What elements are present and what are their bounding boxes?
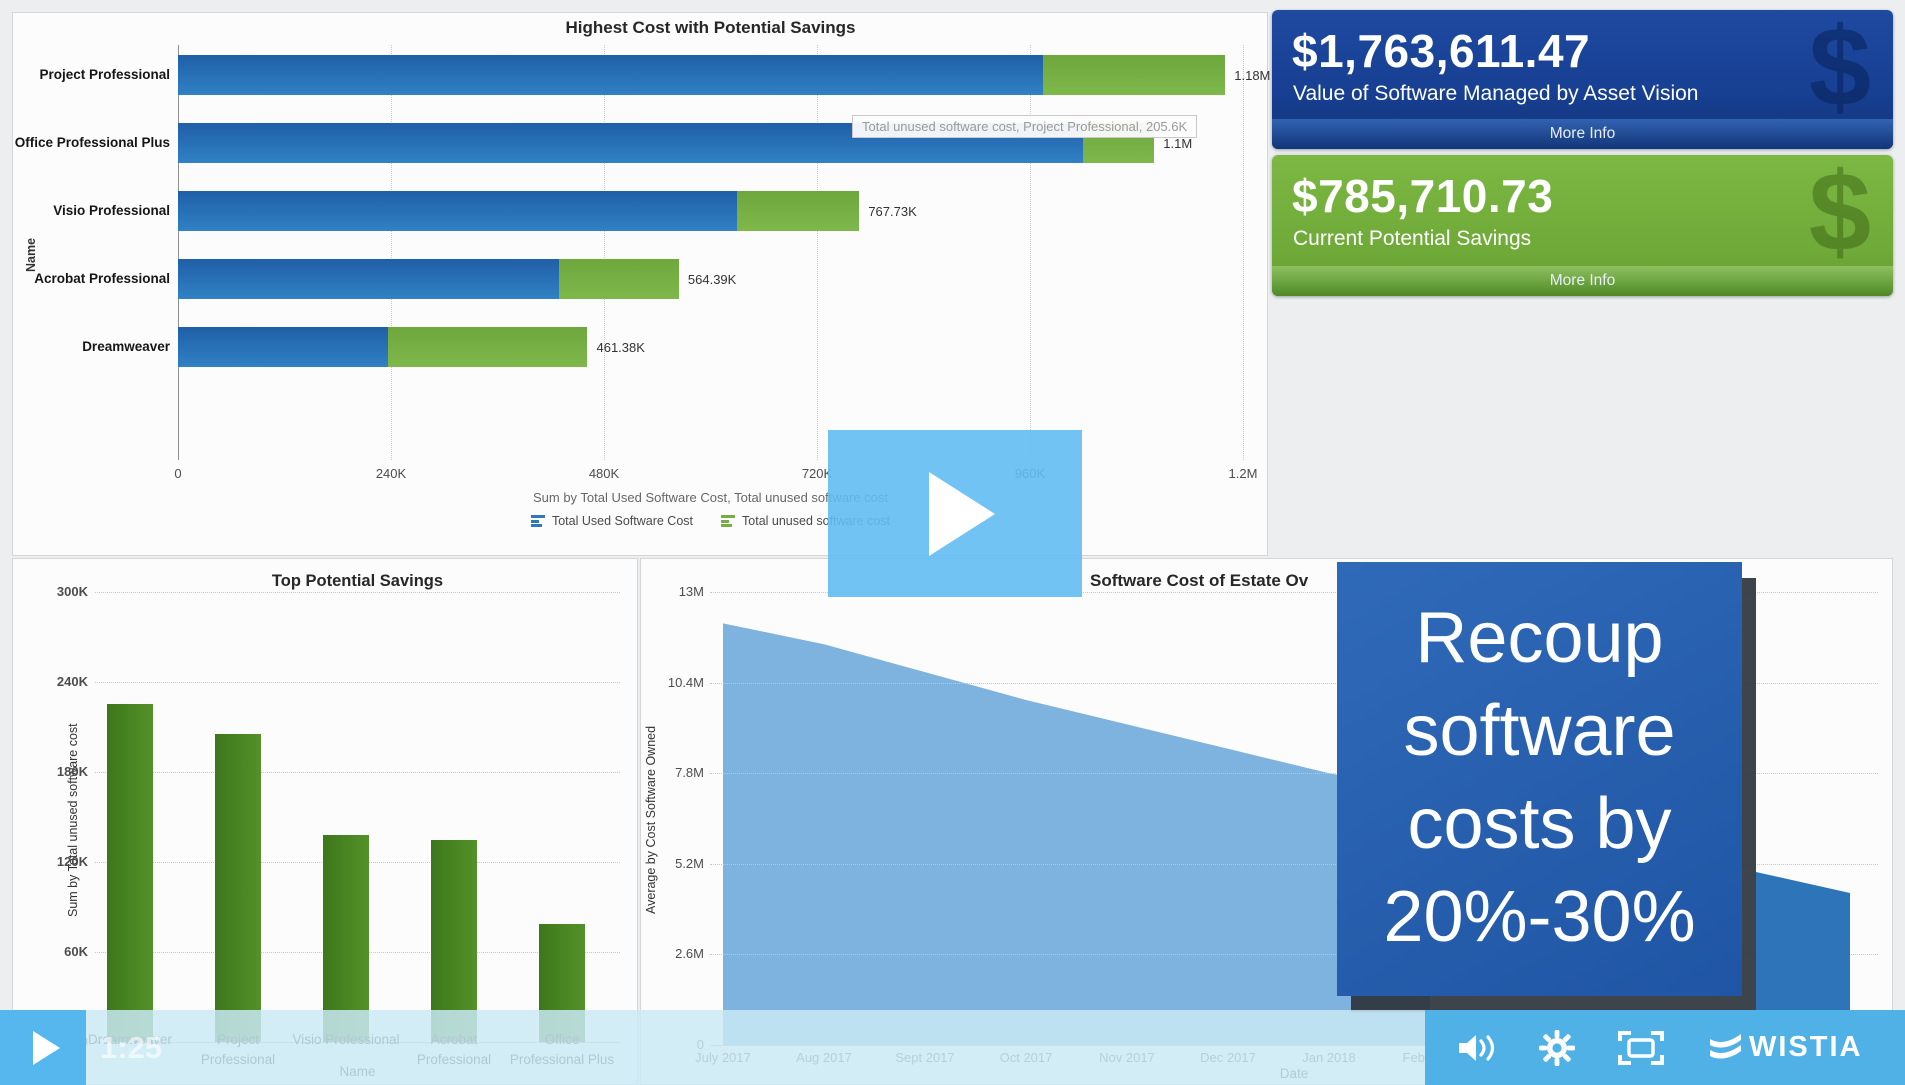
area-y-axis-title: Average by Cost Software Owned (644, 600, 658, 1040)
hbar-category-label: Visio Professional (10, 203, 170, 218)
chart-tooltip: Total unused software cost, Project Prof… (852, 115, 1197, 138)
bar-used-3[interactable] (178, 259, 559, 299)
legend-swatch-unused-icon (721, 515, 735, 527)
vbar-y-axis-title: Sum by Total unused software cost (66, 600, 80, 1040)
settings-button[interactable] (1535, 1030, 1579, 1066)
play-icon (929, 472, 995, 556)
hbar-total-label: 461.38K (596, 340, 644, 355)
bar-used-0[interactable] (178, 55, 1043, 95)
hbar-category-label: Office Professional Plus (10, 135, 170, 150)
vbar-y-tick: 120K (30, 854, 88, 869)
callout-line: Recoup (1337, 592, 1742, 685)
legend-label-used: Total Used Software Cost (552, 514, 693, 528)
bar-unused-0[interactable] (1043, 55, 1225, 95)
bar-used-4[interactable] (178, 327, 388, 367)
wistia-logo[interactable]: WISTIA (1709, 1031, 1863, 1064)
vbar-chart-title: Top Potential Savings (95, 572, 620, 591)
hbar-gridline (391, 45, 392, 460)
vbar-gridline (95, 682, 620, 683)
gear-icon (1539, 1030, 1575, 1066)
kpi-card-managed-value: $ $1,763,611.47 Value of Software Manage… (1272, 10, 1893, 149)
fullscreen-icon (1617, 1031, 1665, 1065)
callout-line: costs by (1337, 778, 1742, 871)
play-icon (33, 1031, 60, 1065)
area-chart-title: Software Cost of Estate Ov (1090, 571, 1308, 591)
area-y-tick: 13M (656, 584, 704, 599)
hbar-chart-title: Highest Cost with Potential Savings (178, 18, 1243, 38)
hbar-total-label: 1.18M (1234, 68, 1270, 83)
kpi-label: Current Potential Savings (1293, 227, 1531, 251)
kpi-label: Value of Software Managed by Asset Visio… (1293, 82, 1698, 106)
kpi-value: $1,763,611.47 (1292, 24, 1590, 78)
hbar-total-label: 767.73K (868, 204, 916, 219)
fullscreen-button[interactable] (1613, 1031, 1669, 1065)
callout-line: 20%-30% (1337, 871, 1742, 964)
vbar-gridline (95, 772, 620, 773)
callout-recoup-message: Recoup software costs by 20%-30% (1337, 562, 1742, 996)
hbar-total-label: 1.1M (1163, 136, 1192, 151)
dollar-sign-icon: $ (1809, 10, 1871, 131)
hbar-x-tick: 1.2M (1213, 466, 1273, 481)
hbar-gridline (1030, 45, 1031, 460)
hbar-x-tick: 480K (574, 466, 634, 481)
wistia-logo-text: WISTIA (1749, 1031, 1863, 1064)
hbar-legend: Total Used Software Cost Total unused so… (178, 514, 1243, 528)
bar-savings-0[interactable] (107, 704, 153, 1042)
vbar-gridline (95, 592, 620, 593)
legend-swatch-used-icon (531, 515, 545, 527)
vbar-y-tick: 300K (30, 584, 88, 599)
hbar-category-label: Project Professional (10, 67, 170, 82)
hbar-x-tick: 0 (148, 466, 208, 481)
hbar-x-axis-caption: Sum by Total Used Software Cost, Total u… (178, 490, 1243, 505)
hbar-gridline (1243, 45, 1244, 460)
big-play-button[interactable] (828, 430, 1082, 597)
bar-unused-4[interactable] (388, 327, 588, 367)
area-y-tick: 2.6M (656, 946, 704, 961)
bar-used-2[interactable] (178, 191, 737, 231)
time-display: 1:25 (100, 1030, 162, 1066)
player-control-bar-right: WISTIA (1425, 1010, 1905, 1085)
area-y-tick: 7.8M (656, 765, 704, 780)
hbar-gridline (178, 45, 179, 460)
area-y-tick: 5.2M (656, 856, 704, 871)
more-info-button[interactable]: More Info (1272, 266, 1893, 296)
video-frame: Highest Cost with Potential Savings Name… (0, 0, 1905, 1085)
bar-unused-2[interactable] (737, 191, 859, 231)
hbar-category-label: Acrobat Professional (10, 271, 170, 286)
wistia-wave-icon (1709, 1033, 1743, 1063)
volume-button[interactable] (1453, 1033, 1501, 1063)
hbar-gridline (817, 45, 818, 460)
dollar-sign-icon: $ (1809, 155, 1871, 276)
callout-line: software (1337, 685, 1742, 778)
vbar-y-tick: 60K (30, 944, 88, 959)
hbar-total-label: 564.39K (688, 272, 736, 287)
vbar-y-tick: 240K (30, 674, 88, 689)
kpi-value: $785,710.73 (1292, 169, 1553, 223)
bar-unused-3[interactable] (559, 259, 679, 299)
hbar-category-label: Dreamweaver (10, 339, 170, 354)
legend-item-used[interactable]: Total Used Software Cost (531, 514, 693, 528)
hbar-x-tick: 240K (361, 466, 421, 481)
hbar-gridline (604, 45, 605, 460)
more-info-button[interactable]: More Info (1272, 119, 1893, 149)
kpi-card-potential-savings: $ $785,710.73 Current Potential Savings … (1272, 155, 1893, 296)
volume-icon (1457, 1033, 1497, 1063)
vbar-y-tick: 180K (30, 764, 88, 779)
bar-savings-1[interactable] (215, 734, 261, 1042)
area-y-tick: 10.4M (656, 675, 704, 690)
play-button[interactable] (0, 1010, 86, 1085)
